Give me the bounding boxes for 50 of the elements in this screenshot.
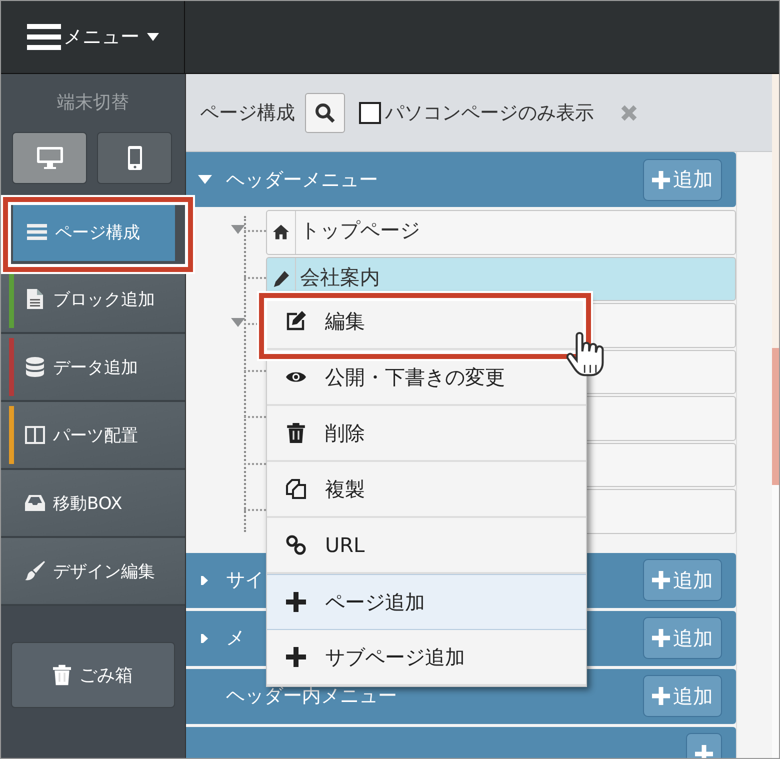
plus-icon [652,629,670,647]
sidebar-item[interactable]: ページ構成 [13,203,175,261]
tray-icon [25,493,45,513]
plus-icon [286,647,306,667]
trash-button[interactable]: ごみ箱 [11,642,175,708]
database-icon [25,357,45,377]
device-button[interactable] [12,132,87,184]
edit-icon [286,311,306,331]
section-title: ヘッダーメニュー [226,168,378,192]
plus-icon [652,687,670,705]
device-switch-label: 端末切替 [56,91,130,115]
panel-title: ページ構成 [200,100,295,126]
plus-icon [286,592,306,612]
search-icon [315,102,335,122]
pencil-icon [273,270,289,287]
list-icon [27,222,47,242]
section-header[interactable]: ヘッダーメニュー 追加 [186,152,736,207]
section-title: ヘッダー内メニュー [226,684,397,709]
section-title: メ [226,626,245,651]
collapse-arrow-icon [198,175,212,184]
page-item[interactable]: トップページ [266,210,736,254]
search-button[interactable] [305,92,345,132]
brush-icon [25,561,45,581]
sidebar-item[interactable]: パーツ配置 [1,402,185,470]
caret-icon [146,33,158,41]
menu-icon [26,24,60,50]
checkbox-label: パソコンページのみ表示 [385,100,594,126]
link-icon [286,535,306,555]
tree-toggle-icon[interactable] [231,225,245,234]
tree-toggle-icon[interactable] [231,318,245,328]
menu-item[interactable]: 削除 [267,406,586,462]
section-title: サイ [226,568,264,593]
plus-icon [652,170,670,188]
sidebar-item[interactable]: 移動BOX [1,470,185,538]
columns-icon [25,425,45,445]
menu-item[interactable]: URL [267,518,586,574]
device-button[interactable] [97,132,172,184]
checkbox[interactable] [359,102,381,124]
trash-icon [286,423,306,443]
sidebar-item[interactable]: データ追加 [1,334,185,402]
document-icon [25,289,45,309]
plus-icon [652,571,670,589]
menu-item[interactable]: 複製 [267,462,586,518]
copy-icon [286,479,306,499]
trash-icon [53,664,71,686]
menu-item[interactable]: ページ追加 [267,574,586,630]
home-icon [273,224,289,240]
sidebar-item[interactable]: デザイン編集 [1,538,185,606]
monitor-icon [36,146,62,170]
menu-item[interactable]: サブページ追加 [267,630,586,686]
